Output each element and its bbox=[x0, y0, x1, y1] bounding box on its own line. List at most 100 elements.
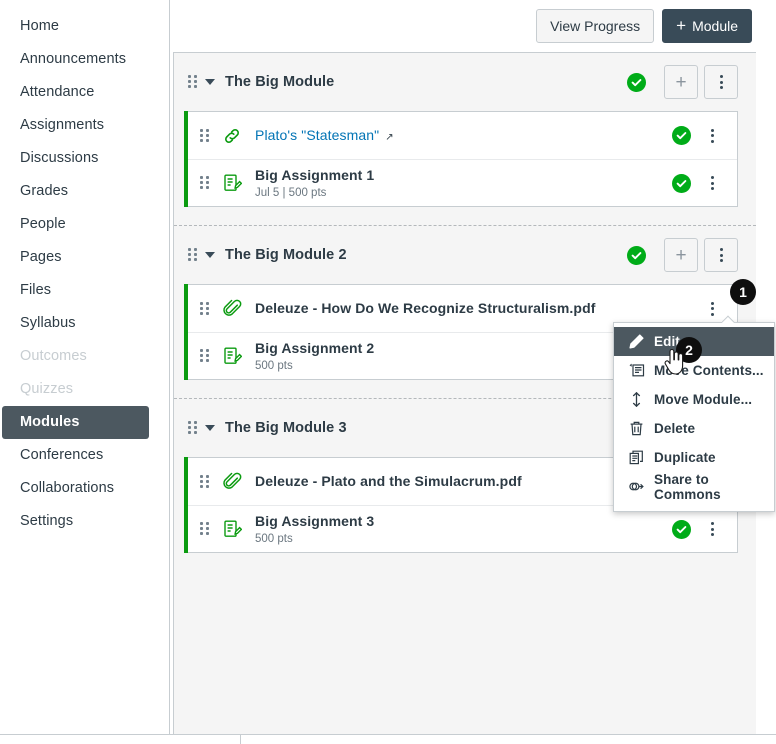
drag-handle-icon[interactable] bbox=[200, 302, 209, 316]
sidebar-item-settings[interactable]: Settings bbox=[0, 505, 169, 538]
callout-badge-2: 2 bbox=[676, 337, 702, 363]
add-module-label: Module bbox=[692, 18, 738, 34]
module-options-button[interactable] bbox=[704, 65, 738, 99]
item-body: Deleuze - Plato and the Simulacrum.pdf bbox=[255, 473, 672, 491]
sidebar-item-pages[interactable]: Pages bbox=[0, 241, 169, 274]
assignment-icon bbox=[221, 172, 243, 194]
browser-status-bar bbox=[0, 734, 776, 744]
drag-handle-icon[interactable] bbox=[200, 129, 209, 143]
module-title: The Big Module 2 bbox=[225, 247, 627, 263]
drag-handle-icon[interactable] bbox=[200, 349, 209, 363]
item-actions bbox=[672, 170, 723, 196]
chevron-down-icon[interactable] bbox=[205, 79, 215, 85]
menu-item-label: Duplicate bbox=[654, 450, 716, 465]
module-title: The Big Module 3 bbox=[225, 420, 658, 436]
paperclip-icon bbox=[221, 298, 243, 320]
module-header: The Big Module 2 + bbox=[174, 226, 756, 284]
menu-item-delete[interactable]: Delete bbox=[614, 414, 774, 443]
item-title[interactable]: Plato's "Statesman" bbox=[255, 127, 379, 143]
plus-icon: + bbox=[675, 246, 686, 265]
item-actions bbox=[672, 123, 723, 149]
assignment-icon bbox=[221, 345, 243, 367]
publish-status-icon[interactable] bbox=[627, 73, 646, 92]
item-title: Deleuze - How Do We Recognize Structural… bbox=[255, 300, 596, 316]
sidebar-item-outcomes: Outcomes bbox=[0, 340, 169, 373]
chevron-down-icon[interactable] bbox=[205, 425, 215, 431]
move-contents-icon bbox=[628, 362, 645, 379]
module-item-row: Big Assignment 3 500 pts bbox=[188, 505, 737, 552]
sidebar-item-collaborations[interactable]: Collaborations bbox=[0, 472, 169, 505]
updown-arrow-icon bbox=[628, 391, 645, 408]
trash-icon bbox=[628, 420, 645, 437]
sidebar-item-grades[interactable]: Grades bbox=[0, 175, 169, 208]
sidebar-item-discussions[interactable]: Discussions bbox=[0, 142, 169, 175]
module-header: The Big Module + bbox=[174, 53, 756, 111]
menu-item-share-to-commons[interactable]: Share to Commons bbox=[614, 472, 774, 501]
module-title: The Big Module bbox=[225, 74, 627, 90]
course-navigation-sidebar: HomeAnnouncementsAttendanceAssignmentsDi… bbox=[0, 0, 170, 734]
link-icon bbox=[221, 125, 243, 147]
item-title: Big Assignment 3 bbox=[255, 513, 374, 529]
assignment-icon bbox=[221, 518, 243, 540]
share-icon bbox=[628, 478, 645, 495]
menu-item-duplicate[interactable]: Duplicate bbox=[614, 443, 774, 472]
menu-item-label: Delete bbox=[654, 421, 695, 436]
kebab-menu-icon bbox=[720, 75, 723, 89]
plus-icon: + bbox=[675, 73, 686, 92]
item-actions bbox=[672, 516, 723, 542]
item-subtitle: 500 pts bbox=[255, 533, 672, 545]
sidebar-item-people[interactable]: People bbox=[0, 208, 169, 241]
item-actions bbox=[701, 296, 723, 322]
module: The Big Module + Plato's "Statesman" ↗ Big A… bbox=[174, 53, 756, 207]
sidebar-item-modules[interactable]: Modules bbox=[2, 406, 149, 439]
module-item-row: Plato's "Statesman" ↗ bbox=[188, 112, 737, 159]
item-title: Big Assignment 2 bbox=[255, 340, 374, 356]
kebab-menu-icon bbox=[720, 248, 723, 262]
sidebar-item-attendance[interactable]: Attendance bbox=[0, 76, 169, 109]
plus-icon: + bbox=[676, 17, 686, 34]
item-options-button[interactable] bbox=[701, 123, 723, 149]
item-title: Deleuze - Plato and the Simulacrum.pdf bbox=[255, 473, 522, 489]
item-body: Big Assignment 1Jul 5 | 500 pts bbox=[255, 167, 672, 199]
publish-status-icon[interactable] bbox=[672, 174, 691, 193]
pencil-icon bbox=[628, 333, 645, 350]
view-progress-button[interactable]: View Progress bbox=[536, 9, 654, 43]
add-item-button[interactable]: + bbox=[664, 238, 698, 272]
drag-handle-icon[interactable] bbox=[188, 75, 197, 89]
modules-toolbar: View Progress + Module bbox=[170, 0, 776, 52]
module-items: Plato's "Statesman" ↗ Big Assignment 1Jul … bbox=[188, 111, 738, 207]
chevron-down-icon[interactable] bbox=[205, 252, 215, 258]
sidebar-item-home[interactable]: Home bbox=[0, 10, 169, 43]
drag-handle-icon[interactable] bbox=[200, 176, 209, 190]
module-options-button[interactable] bbox=[704, 238, 738, 272]
popup-arrow bbox=[722, 315, 736, 323]
paperclip-icon bbox=[221, 471, 243, 493]
publish-status-icon[interactable] bbox=[627, 246, 646, 265]
drag-handle-icon[interactable] bbox=[200, 522, 209, 536]
drag-handle-icon[interactable] bbox=[188, 421, 197, 435]
publish-status-icon[interactable] bbox=[672, 126, 691, 145]
drag-handle-icon[interactable] bbox=[200, 475, 209, 489]
item-body: Big Assignment 3 500 pts bbox=[255, 513, 672, 545]
callout-badge-1: 1 bbox=[730, 279, 756, 305]
item-body: Deleuze - How Do We Recognize Structural… bbox=[255, 300, 701, 318]
sidebar-item-files[interactable]: Files bbox=[0, 274, 169, 307]
menu-item-move-module[interactable]: Move Module... bbox=[614, 385, 774, 414]
sidebar-item-assignments[interactable]: Assignments bbox=[0, 109, 169, 142]
external-link-icon: ↗ bbox=[385, 132, 393, 143]
drag-handle-icon[interactable] bbox=[188, 248, 197, 262]
menu-item-label: Move Module... bbox=[654, 392, 752, 407]
publish-status-icon[interactable] bbox=[672, 520, 691, 539]
module-item-row: Big Assignment 1Jul 5 | 500 pts bbox=[188, 159, 737, 206]
item-options-button[interactable] bbox=[701, 296, 723, 322]
add-module-button[interactable]: + Module bbox=[662, 9, 752, 43]
sidebar-item-quizzes: Quizzes bbox=[0, 373, 169, 406]
item-options-button[interactable] bbox=[701, 170, 723, 196]
item-body: Plato's "Statesman" ↗ bbox=[255, 127, 672, 145]
sidebar-item-syllabus[interactable]: Syllabus bbox=[0, 307, 169, 340]
sidebar-item-announcements[interactable]: Announcements bbox=[0, 43, 169, 76]
sidebar-item-conferences[interactable]: Conferences bbox=[0, 439, 169, 472]
duplicate-icon bbox=[628, 449, 645, 466]
add-item-button[interactable]: + bbox=[664, 65, 698, 99]
item-options-button[interactable] bbox=[701, 516, 723, 542]
